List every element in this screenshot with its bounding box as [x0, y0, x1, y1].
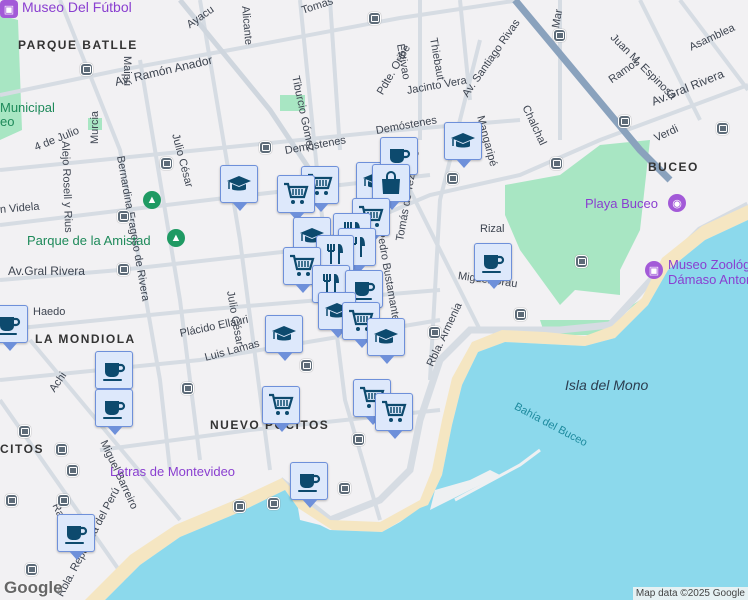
coffee-cup-icon — [0, 311, 22, 337]
camera-icon[interactable]: ◉ — [668, 194, 686, 212]
google-logo[interactable]: Google — [4, 578, 63, 598]
poi-museo-zoologico-2: Dámaso Antonio — [668, 272, 748, 287]
bus-stop-icon[interactable] — [57, 494, 70, 507]
poi-museo-del-futbol[interactable]: Museo Del Fútbol — [22, 0, 132, 15]
park-tree-icon[interactable]: ▲ — [167, 229, 185, 247]
shopping-bag-icon — [378, 170, 404, 196]
street-label: Haedo — [33, 306, 66, 318]
bus-stop-icon[interactable] — [117, 210, 130, 223]
poi-municipal[interactable]: Municipal — [0, 100, 55, 115]
bus-stop-icon[interactable] — [514, 308, 527, 321]
area-pocitos: CITOS — [0, 442, 44, 456]
street-label: Murcia — [89, 110, 101, 144]
supermarket-marker[interactable] — [277, 175, 315, 221]
supermarket-marker[interactable] — [262, 386, 300, 432]
park-tree-icon[interactable]: ▲ — [143, 191, 161, 209]
map-attribution[interactable]: Map data ©2025 Google — [632, 587, 748, 600]
coffee-cup-icon — [63, 520, 89, 546]
bus-stop-icon[interactable] — [553, 29, 566, 42]
cafe-marker[interactable] — [290, 462, 328, 508]
bus-stop-icon[interactable] — [80, 63, 93, 76]
bus-stop-icon[interactable] — [18, 425, 31, 438]
cafe-marker[interactable] — [95, 389, 133, 435]
area-la-mondiola: LA MONDIOLA — [35, 332, 136, 346]
bus-stop-icon[interactable] — [66, 464, 79, 477]
bus-stop-icon[interactable] — [160, 157, 173, 170]
cart-icon — [268, 392, 294, 418]
school-marker[interactable] — [220, 165, 258, 211]
cart-icon — [283, 181, 309, 207]
school-marker[interactable] — [367, 318, 405, 364]
cafe-marker[interactable] — [95, 351, 133, 397]
bus-stop-icon[interactable] — [267, 497, 280, 510]
poi-letras-de-montevideo[interactable]: Letras de Montevideo — [110, 464, 235, 479]
graduation-cap-icon — [373, 324, 399, 350]
bus-stop-icon[interactable] — [259, 141, 272, 154]
bus-stop-icon[interactable] — [55, 443, 68, 456]
bus-stop-icon[interactable] — [5, 494, 18, 507]
school-marker[interactable] — [444, 122, 482, 168]
poi-parque-de-la-amistad[interactable]: Parque de la Amistad — [27, 233, 151, 248]
bus-stop-icon[interactable] — [618, 115, 631, 128]
street-label: Rizal — [480, 223, 505, 235]
museum-pin-icon[interactable]: ▣ — [0, 0, 18, 18]
area-parque-batlle: PARQUE BATLLE — [18, 38, 138, 52]
bus-stop-icon[interactable] — [117, 263, 130, 276]
poi-playa-buceo[interactable]: Playa Buceo — [585, 196, 658, 211]
bus-stop-icon[interactable] — [716, 122, 729, 135]
bus-stop-icon[interactable] — [352, 433, 365, 446]
museum-icon[interactable]: ▣ — [645, 261, 663, 279]
bus-stop-icon[interactable] — [300, 359, 313, 372]
fork-knife-icon — [322, 241, 348, 267]
cafe-marker[interactable] — [0, 305, 28, 351]
poi-museo-zoologico[interactable]: Museo Zoológico — [668, 257, 748, 272]
bus-stop-icon[interactable] — [233, 500, 246, 513]
bus-stop-icon[interactable] — [550, 157, 563, 170]
poi-municipal-2: eo — [0, 114, 15, 129]
coffee-cup-icon — [480, 249, 506, 275]
bus-stop-icon[interactable] — [428, 326, 441, 339]
bus-stop-icon[interactable] — [181, 382, 194, 395]
bus-stop-icon[interactable] — [446, 172, 459, 185]
area-buceo: BUCEO — [648, 160, 699, 174]
school-marker[interactable] — [265, 315, 303, 361]
coffee-cup-icon — [101, 357, 127, 383]
cart-icon — [381, 399, 407, 425]
graduation-cap-icon — [271, 321, 297, 347]
bus-stop-icon[interactable] — [25, 563, 38, 576]
street-label: Av.Gral Rivera — [8, 264, 85, 278]
street-label: Maipú — [121, 56, 133, 86]
bus-stop-icon[interactable] — [575, 255, 588, 268]
graduation-cap-icon — [226, 171, 252, 197]
cafe-marker[interactable] — [474, 243, 512, 289]
island-label: Isla del Mono — [565, 377, 649, 393]
bus-stop-icon[interactable] — [368, 12, 381, 25]
graduation-cap-icon — [450, 128, 476, 154]
bus-stop-icon[interactable] — [338, 482, 351, 495]
supermarket-marker[interactable] — [375, 393, 413, 439]
shop-marker[interactable] — [372, 164, 410, 210]
coffee-cup-icon — [101, 395, 127, 421]
cafe-marker[interactable] — [57, 514, 95, 560]
coffee-cup-icon — [296, 468, 322, 494]
